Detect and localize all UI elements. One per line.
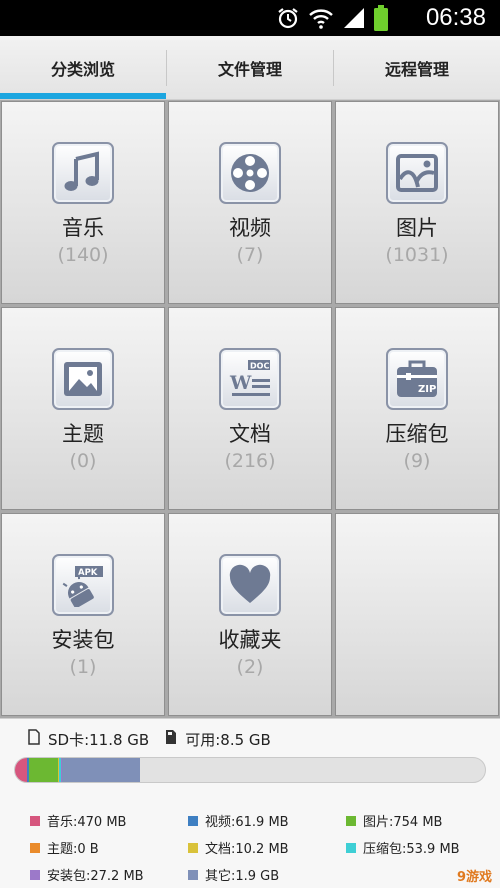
category-document[interactable]: DOC W 文档 (216)	[168, 307, 332, 510]
apk-icon: APK	[52, 554, 114, 616]
zip-icon: ZIP	[386, 348, 448, 410]
category-name: 视频	[229, 216, 271, 240]
category-name: 文档	[229, 422, 271, 446]
signal-icon	[342, 6, 366, 30]
legend-item-document: 文档:10.2 MB	[188, 838, 289, 857]
category-favorites[interactable]: 收藏夹 (2)	[168, 513, 332, 716]
wifi-icon	[308, 6, 334, 30]
legend-label: 其它:1.9 GB	[205, 869, 280, 884]
legend-swatch	[346, 815, 356, 826]
tab-remote-management[interactable]: 远程管理	[334, 36, 500, 100]
clock: 06:38	[425, 4, 486, 31]
category-count: (216)	[224, 450, 276, 472]
svg-text:ZIP: ZIP	[418, 384, 436, 395]
legend-swatch	[346, 842, 356, 853]
category-name: 主题	[62, 422, 104, 446]
storage-usage-bar	[14, 757, 486, 783]
category-picture[interactable]: 图片 (1031)	[335, 101, 499, 304]
theme-icon	[52, 348, 114, 410]
legend-swatch	[30, 815, 40, 826]
legend-label: 图片:754 MB	[363, 815, 443, 830]
category-name: 收藏夹	[218, 628, 282, 652]
svg-text:W: W	[229, 372, 252, 394]
legend-swatch	[30, 842, 40, 853]
storage-panel: SD卡:11.8 GB 可用:8.5 GB 音乐:470 MB 视频:61.9 …	[0, 718, 500, 888]
music-icon	[52, 142, 114, 204]
category-count: (7)	[236, 244, 264, 266]
legend-item-picture: 图片:754 MB	[346, 811, 442, 830]
legend-item-zip: 压缩包:53.9 MB	[346, 838, 460, 857]
legend-label: 压缩包:53.9 MB	[363, 842, 460, 857]
legend-item-theme: 主题:0 B	[30, 838, 99, 857]
svg-text:DOC: DOC	[250, 362, 269, 371]
status-icons	[276, 4, 388, 32]
watermark: 9游戏	[456, 870, 492, 885]
battery-icon	[374, 5, 388, 31]
category-music[interactable]: 音乐 (140)	[1, 101, 165, 304]
legend-item-apk: 安装包:27.2 MB	[30, 865, 144, 884]
legend-swatch	[188, 869, 198, 880]
bar-segment-music	[15, 758, 27, 782]
category-name: 安装包	[51, 628, 115, 652]
picture-icon	[386, 142, 448, 204]
tab-bar: 分类浏览 文件管理 远程管理	[0, 36, 500, 100]
legend-swatch	[30, 869, 40, 880]
document-icon: DOC W	[219, 348, 281, 410]
category-video[interactable]: 视频 (7)	[168, 101, 332, 304]
category-count: (0)	[69, 450, 97, 472]
category-name: 音乐	[62, 216, 104, 240]
category-name: 图片	[396, 216, 438, 240]
available-storage-icon	[165, 729, 177, 749]
legend-swatch	[188, 815, 198, 826]
status-bar: 06:38	[0, 0, 500, 36]
svg-text:APK: APK	[78, 568, 98, 578]
category-grid: 音乐 (140) 视频 (7) 图片 (1031) 主题 (0) DOC W 文档…	[0, 100, 500, 718]
video-reel-icon	[219, 142, 281, 204]
sd-card-icon	[28, 729, 40, 749]
legend-swatch	[188, 842, 198, 853]
tab-category-browse[interactable]: 分类浏览	[0, 36, 166, 100]
selected-tab-indicator	[0, 93, 166, 99]
sd-card-total: SD卡:11.8 GB	[48, 730, 150, 749]
category-count: (140)	[57, 244, 109, 266]
category-count: (1031)	[385, 244, 449, 266]
category-theme[interactable]: 主题 (0)	[1, 307, 165, 510]
legend-item-video: 视频:61.9 MB	[188, 811, 289, 830]
legend-item-other: 其它:1.9 GB	[188, 865, 279, 884]
category-count: (1)	[69, 656, 97, 678]
heart-icon	[219, 554, 281, 616]
available-storage: 可用:8.5 GB	[185, 730, 271, 749]
legend-label: 主题:0 B	[47, 842, 99, 857]
category-zip[interactable]: ZIP 压缩包 (9)	[335, 307, 499, 510]
legend-label: 文档:10.2 MB	[205, 842, 289, 857]
legend-item-music: 音乐:470 MB	[30, 811, 126, 830]
empty-cell	[335, 513, 499, 716]
category-count: (9)	[403, 450, 431, 472]
storage-summary: SD卡:11.8 GB 可用:8.5 GB	[28, 728, 271, 750]
legend-label: 音乐:470 MB	[47, 815, 127, 830]
bar-segment-picture	[29, 758, 58, 782]
category-apk[interactable]: APK 安装包 (1)	[1, 513, 165, 716]
alarm-icon	[276, 6, 300, 30]
legend-label: 视频:61.9 MB	[205, 815, 289, 830]
category-count: (2)	[236, 656, 264, 678]
tab-file-management[interactable]: 文件管理	[167, 36, 333, 100]
legend-label: 安装包:27.2 MB	[47, 869, 144, 884]
bar-segment-other	[62, 758, 140, 782]
category-name: 压缩包	[385, 422, 449, 446]
